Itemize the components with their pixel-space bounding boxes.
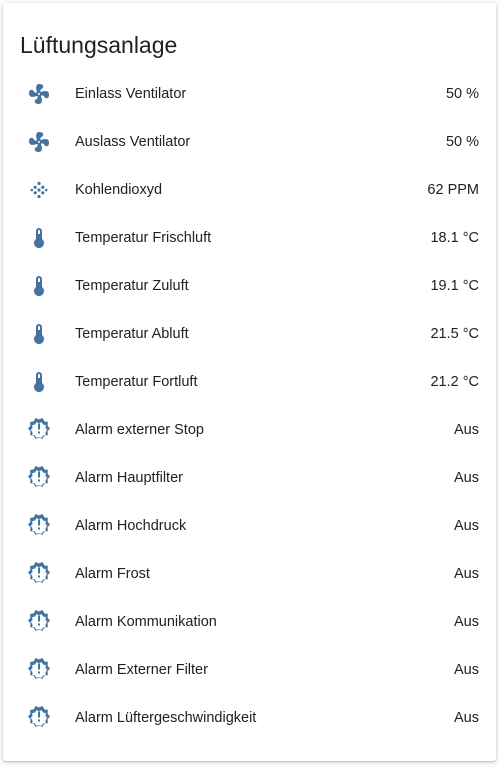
entities-card: Lüftungsanlage Einlass Ventilator 50 % A… <box>3 3 496 761</box>
entity-state: 21.2 °C <box>430 374 479 390</box>
entity-label: Temperatur Abluft <box>75 326 189 342</box>
entity-row-alarm-frost[interactable]: Alarm Frost Aus <box>3 550 496 598</box>
entity-row-alarm-hochdruck[interactable]: Alarm Hochdruck Aus <box>3 502 496 550</box>
entity-state: Aus <box>454 422 479 438</box>
entity-state: 50 % <box>445 86 479 102</box>
entity-state: Aus <box>454 710 479 726</box>
entity-row-temperatur-frischluft[interactable]: Temperatur Frischluft 18.1 °C <box>3 214 496 262</box>
entity-state: Aus <box>454 470 479 486</box>
entity-state: 19.1 °C <box>430 278 479 294</box>
fan-icon <box>27 130 51 154</box>
alert-decagram-outline-icon <box>27 514 51 538</box>
entity-state: Aus <box>454 566 479 582</box>
entity-label: Temperatur Zuluft <box>75 278 189 294</box>
entity-label: Auslass Ventilator <box>75 134 191 150</box>
molecule-co2-dots-icon <box>27 178 51 202</box>
entity-state: Aus <box>454 614 479 630</box>
entity-state: 50 % <box>445 134 479 150</box>
thermometer-icon <box>27 274 51 298</box>
fan-icon <box>27 82 51 106</box>
entity-row-auslass-ventilator[interactable]: Auslass Ventilator 50 % <box>3 118 496 166</box>
entity-label: Alarm Lüftergeschwindigkeit <box>75 710 257 726</box>
alert-decagram-outline-icon <box>27 418 51 442</box>
alert-decagram-outline-icon <box>27 706 51 730</box>
card-title: Lüftungsanlage <box>20 32 178 58</box>
entity-label: Alarm Hochdruck <box>75 518 187 534</box>
thermometer-icon <box>27 322 51 346</box>
entity-row-temperatur-abluft[interactable]: Temperatur Abluft 21.5 °C <box>3 310 496 358</box>
entity-row-kohlendioxyd[interactable]: Kohlendioxyd 62 PPM <box>3 166 496 214</box>
thermometer-icon <box>27 370 51 394</box>
entity-label: Einlass Ventilator <box>75 86 187 102</box>
alert-decagram-outline-icon <box>27 658 51 682</box>
entity-row-alarm-luftergeschwindigkeit[interactable]: Alarm Lüftergeschwindigkeit Aus <box>3 694 496 742</box>
alert-decagram-outline-icon <box>27 610 51 634</box>
entity-row-temperatur-zuluft[interactable]: Temperatur Zuluft 19.1 °C <box>3 262 496 310</box>
entity-label: Kohlendioxyd <box>75 182 163 198</box>
entity-state: Aus <box>454 518 479 534</box>
entity-label: Alarm Externer Filter <box>75 662 208 678</box>
entity-row-alarm-hauptfilter[interactable]: Alarm Hauptfilter Aus <box>3 454 496 502</box>
entity-label: Alarm Hauptfilter <box>75 470 183 486</box>
entity-state: 18.1 °C <box>430 230 479 246</box>
alert-decagram-outline-icon <box>27 562 51 586</box>
entity-label: Alarm Kommunikation <box>75 614 217 630</box>
entity-row-alarm-externer-stop[interactable]: Alarm externer Stop Aus <box>3 406 496 454</box>
entity-row-temperatur-fortluft[interactable]: Temperatur Fortluft 21.2 °C <box>3 358 496 406</box>
entity-row-alarm-externer-filter[interactable]: Alarm Externer Filter Aus <box>3 646 496 694</box>
entity-label: Alarm Frost <box>75 566 150 582</box>
entity-label: Temperatur Fortluft <box>75 374 198 390</box>
entity-list: Einlass Ventilator 50 % Auslass Ventilat… <box>3 70 496 742</box>
entity-row-alarm-kommunikation[interactable]: Alarm Kommunikation Aus <box>3 598 496 646</box>
entity-label: Alarm externer Stop <box>75 422 204 438</box>
entity-state: 62 PPM <box>427 182 479 198</box>
alert-decagram-outline-icon <box>27 466 51 490</box>
entity-state: Aus <box>454 662 479 678</box>
entity-label: Temperatur Frischluft <box>75 230 212 246</box>
entity-row-einlass-ventilator[interactable]: Einlass Ventilator 50 % <box>3 70 496 118</box>
entity-state: 21.5 °C <box>430 326 479 342</box>
thermometer-icon <box>27 226 51 250</box>
